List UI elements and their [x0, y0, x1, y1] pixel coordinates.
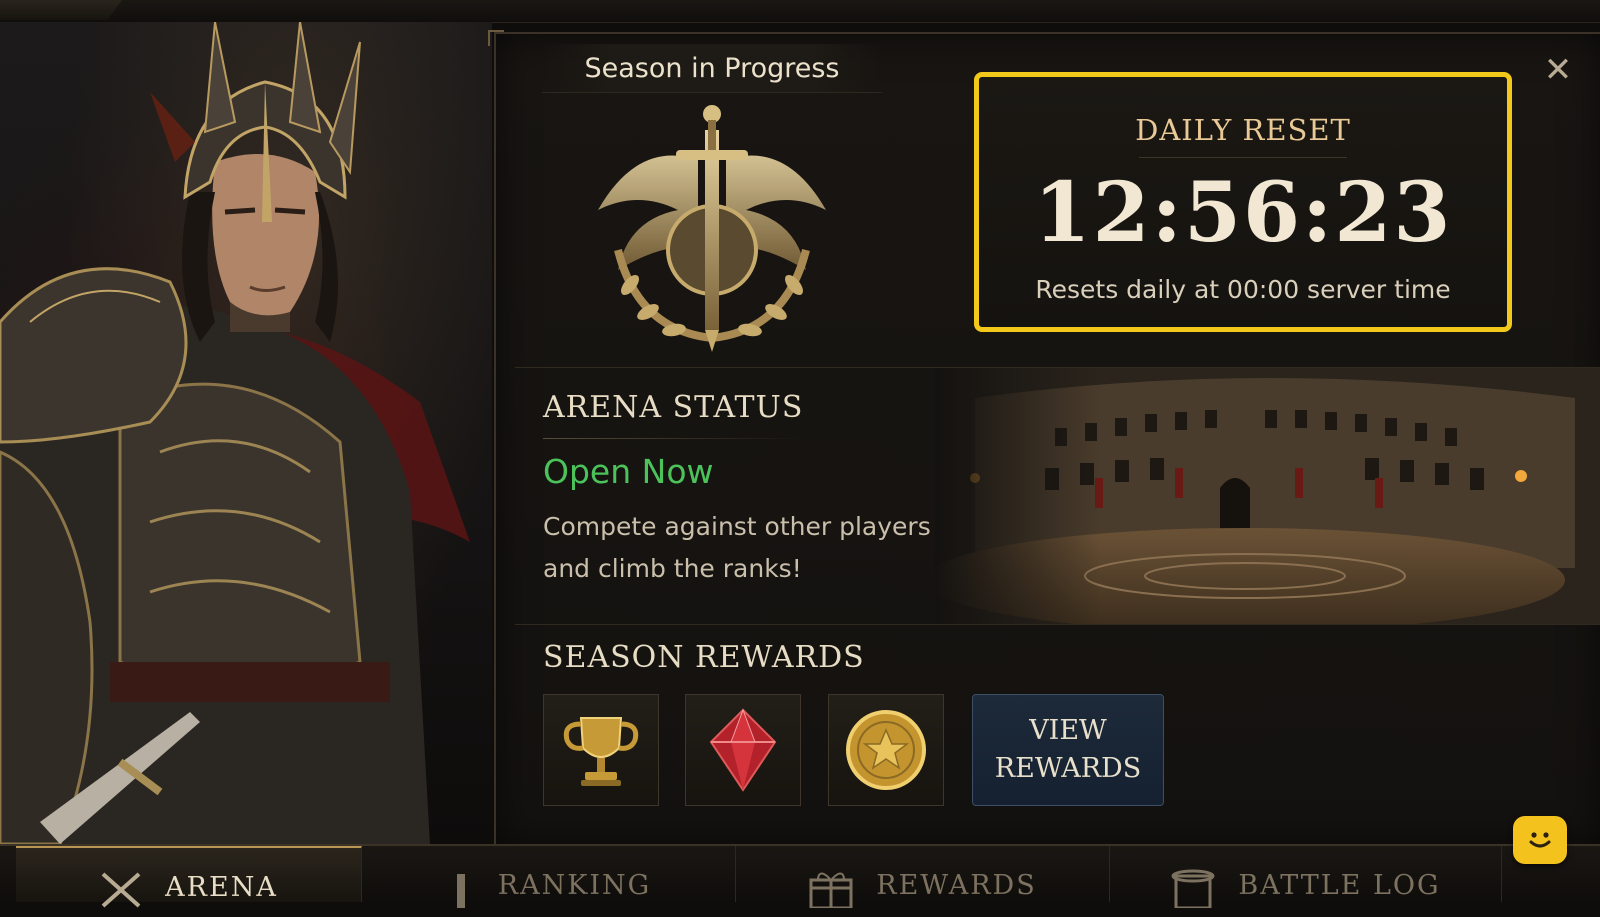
- scroll-icon: [1170, 868, 1216, 915]
- daily-reset-box: DAILY RESET 12:56:23 Resets daily at 00:…: [974, 72, 1512, 332]
- tab-ranking[interactable]: RANKING: [362, 846, 736, 908]
- coin-icon: [846, 710, 926, 790]
- trophy-icon: [563, 717, 639, 786]
- gift-icon: [808, 868, 854, 915]
- ranking-icon: [446, 868, 476, 915]
- tab-rewards-label: REWARDS: [876, 870, 1037, 901]
- daily-reset-timer: 12:56:23: [1033, 165, 1453, 261]
- daily-reset-note: Resets daily at 00:00 server time: [1035, 275, 1451, 304]
- chat-button[interactable]: [1513, 816, 1567, 864]
- armored-knight-illustration: [0, 22, 470, 844]
- season-title: Season in Progress: [542, 44, 882, 93]
- hero-portrait: [0, 22, 492, 844]
- tab-rewards[interactable]: REWARDS: [736, 846, 1110, 910]
- view-rewards-label: VIEW REWARDS: [994, 715, 1142, 784]
- tab-battle-log-label: BATTLE LOG: [1238, 870, 1441, 901]
- daily-reset-label: DAILY RESET: [1135, 113, 1351, 147]
- top-bar: [0, 0, 1600, 23]
- colosseum-image: [935, 368, 1600, 624]
- close-button[interactable]: ✕: [1536, 48, 1580, 92]
- season-rewards-heading: SEASON REWARDS: [543, 640, 865, 675]
- sword-laurel-emblem-icon: [598, 105, 826, 352]
- crossed-swords-icon: [99, 870, 143, 917]
- gem-icon: [709, 708, 777, 792]
- section-divider: [515, 624, 1600, 625]
- top-tab[interactable]: [0, 0, 122, 20]
- bottom-navigation: ARENA RANKING REWARDS BATTLE LOG: [0, 844, 1600, 910]
- close-icon: ✕: [1543, 50, 1573, 90]
- tab-battle-log[interactable]: BATTLE LOG: [1110, 846, 1502, 910]
- tab-arena[interactable]: ARENA: [16, 846, 362, 908]
- arena-status-value: Open Now: [543, 452, 714, 491]
- reward-slot-coin[interactable]: [828, 694, 944, 806]
- panel-corner-ornament: [488, 30, 504, 46]
- view-rewards-button[interactable]: VIEW REWARDS: [972, 694, 1164, 806]
- arena-status-heading: ARENA STATUS: [543, 390, 804, 425]
- arena-heading-underline: [543, 438, 803, 439]
- tab-ranking-label: RANKING: [497, 870, 652, 901]
- arena-description: Compete against other players and climb …: [543, 512, 931, 583]
- reward-slot-trophy[interactable]: [543, 694, 659, 806]
- tab-arena-label: ARENA: [165, 872, 278, 903]
- daily-reset-divider: [1139, 157, 1347, 158]
- chat-smiley-icon: [1529, 832, 1551, 848]
- reward-slot-gem[interactable]: [685, 694, 801, 806]
